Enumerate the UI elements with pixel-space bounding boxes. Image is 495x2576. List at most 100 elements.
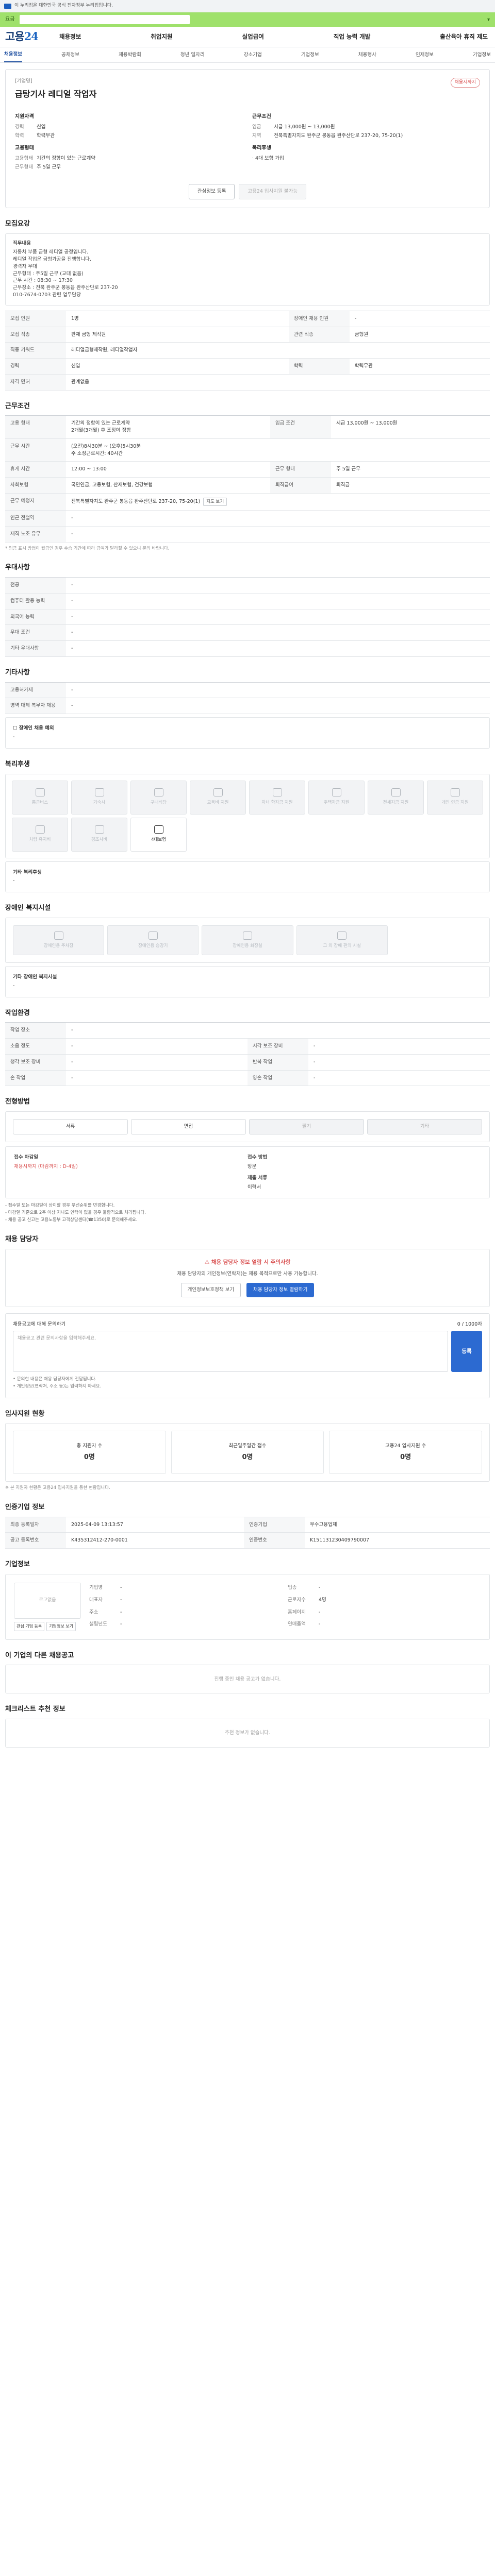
warning-icon: ⚠ xyxy=(204,1259,211,1265)
scrap-button[interactable]: 관심정보 등록 xyxy=(188,184,235,199)
section-title: 복리후생 xyxy=(5,760,30,768)
recruit-table: 모집 인원 1명 장애인 채용 인원 - 모집 직종 판재 금형 제작원 관련 직종 금형원… xyxy=(5,310,490,391)
env-table: 작업 장소 - 소음 정도 - 시각 보조 장비 - 청각 보조 장비 - 반복 작업 - 손… xyxy=(5,1022,490,1087)
scholarship-icon xyxy=(272,788,282,797)
deadline-box: 접수 마감일 채용시까지 (마감까지 : D-4일) 접수 방법 방문 제출 서류 이력… xyxy=(5,1146,490,1199)
applicant-stats: 총 지원자 수 0명 최근일주일간 접수 0명 고용24 입사지원 수 0명 xyxy=(5,1423,490,1482)
subnav-item[interactable]: 청년 일자리 xyxy=(180,52,205,59)
welfare-tile: 통근버스 xyxy=(12,780,68,815)
selection-methods: 서류 면접 필기 기타 xyxy=(5,1111,490,1143)
selection-notes: - 접수일 또는 마감일이 상이할 경우 우선순위를 변경합니다. - 마감일 기… xyxy=(5,1203,146,1223)
welfare-other: 기타 복리후생 - xyxy=(5,861,490,893)
disability-tile: 장애인용 화장실 xyxy=(202,925,293,955)
sub-nav: 채용정보 공채정보 채용박람회 청년 일자리 강소기업 기업정보 채용행사 인재… xyxy=(0,47,495,63)
stat-week: 최근일주일간 접수 0명 xyxy=(171,1431,324,1475)
subnav-item[interactable]: 기업정보 xyxy=(301,52,319,59)
subnav-item[interactable]: 인재정보 xyxy=(416,52,434,59)
gnb-item[interactable]: 직업 능력 개발 xyxy=(334,32,371,41)
other-table: 고용허가제 - 병역 대체 복무자 채용 - xyxy=(5,682,490,715)
recommended-empty: 추천 정보가 없습니다. xyxy=(5,1719,490,1748)
contact-notice: ⚠ 채용 담당자 정보 열람 시 주의사항 채용 담당자의 개인정보(연락처)는… xyxy=(5,1248,490,1307)
section-title: 전형방법 xyxy=(5,1098,30,1106)
bus-icon xyxy=(35,788,45,797)
section-title: 장애인 복지시설 xyxy=(5,904,51,912)
job-title: 급탕기사 레디얼 작업자 xyxy=(15,89,97,99)
welfare-tile: 4대보험 xyxy=(130,817,187,852)
work-table: 고용 형태 기간의 정함이 있는 근로계약 2개월(3개월) 후 조정여 정함 임금… xyxy=(5,415,490,543)
stat-online: 고용24 입사지원 수 0명 xyxy=(329,1431,483,1475)
job-description: 직무내용 자동차 부품 금형 레디얼 공정입니다. 레디얼 작업은 금형가공을 진… xyxy=(5,233,490,306)
selection-document: 서류 xyxy=(13,1119,128,1135)
corp-info: 로고없음 관심 기업 등록 기업정보 보기 기업명 - 업종 - 대표자 - 근로자수 4… xyxy=(5,1574,490,1640)
subnav-item[interactable]: 강소기업 xyxy=(244,52,262,59)
other-jobs-empty: 진행 중인 채용 공고가 없습니다. xyxy=(5,1665,490,1694)
elevator-icon xyxy=(148,931,158,940)
apply-button[interactable]: 고용24 입사지원 불가능 xyxy=(239,184,307,199)
disability-tile: 장애인용 주차장 xyxy=(13,925,105,955)
welfare-tile: 구내식당 xyxy=(130,780,187,815)
welfare-tile: 기숙사 xyxy=(71,780,127,815)
view-contact-button[interactable]: 채용 담당자 정보 열람하기 xyxy=(246,1282,315,1297)
welfare-tile: 경조사비 xyxy=(71,817,127,852)
promo-bar: 요금 ▾ xyxy=(0,12,495,27)
company-detail-button[interactable]: 기업정보 보기 xyxy=(46,1622,76,1631)
welfare-tile: 자녀 학자금 지원 xyxy=(249,780,305,815)
housing-icon xyxy=(332,788,341,797)
gov-banner: 이 누리집은 대한민국 공식 전자정부 누리집입니다. xyxy=(0,0,495,12)
section-title: 작업환경 xyxy=(5,1009,30,1017)
summary-heading: 근무조건 xyxy=(252,113,271,120)
selection-other: 기타 xyxy=(367,1119,482,1135)
section-title: 우대사항 xyxy=(5,564,30,572)
section-title: 기업정보 xyxy=(5,1561,30,1569)
site-logo[interactable]: 고용24 xyxy=(5,29,59,44)
gnb-item[interactable]: 출산육아 휴직 제도 xyxy=(440,32,488,41)
parking-icon xyxy=(54,931,63,940)
privacy-button[interactable]: 개인정보보호정책 보기 xyxy=(180,1282,241,1297)
section-title: 입사지원 현황 xyxy=(5,1410,45,1418)
insurance-icon xyxy=(154,825,163,834)
follow-company-button[interactable]: 관심 기업 등록 xyxy=(14,1622,45,1631)
warning-text: ⚠ 채용 담당자 정보 열람 시 주의사항 xyxy=(204,1259,291,1265)
welfare-tile: 전세자금 지원 xyxy=(368,780,424,815)
map-button[interactable]: 지도 보기 xyxy=(203,498,227,506)
subnav-item[interactable]: 채용정보 xyxy=(4,47,22,63)
section-title: 기타사항 xyxy=(5,668,30,676)
cert-table: 최종 등록일자 2025-04-09 13:13:57 인증기업 우수고용업체 공고 … xyxy=(5,1516,490,1549)
char-counter: 0 / 1000자 xyxy=(457,1321,482,1327)
qa-textarea[interactable]: 채용공고 관련 문의사항을 입력해주세요. xyxy=(13,1331,448,1372)
subnav-item[interactable]: 기업정보 xyxy=(473,52,491,59)
job-summary-card: [기업명] 급탕기사 레디얼 작업자 채용시까지 지원자격 경력 신입 학력 학력무… xyxy=(5,69,490,208)
section-title: 채용 담당자 xyxy=(5,1235,39,1244)
car-icon xyxy=(35,825,45,834)
gnb-item[interactable]: 취업지원 xyxy=(151,32,172,41)
summary-heading: 지원자격 xyxy=(15,113,34,120)
section-title: 체크리스트 추천 정보 xyxy=(5,1705,65,1714)
summary-heading: 복리후생 xyxy=(252,145,271,151)
welfare-tile: 주택자금 지원 xyxy=(308,780,365,815)
gnb-item[interactable]: 실업급여 xyxy=(242,32,264,41)
selection-written: 필기 xyxy=(249,1119,364,1135)
site-header: 고용24 채용정보 취업지원 실업급여 직업 능력 개발 출산육아 휴직 제도 xyxy=(0,27,495,47)
welfare-grid: 통근버스 기숙사 구내식당 교육비 지원 자녀 학자금 지원 주택자금 지원 전… xyxy=(5,773,490,858)
company-logo: 로고없음 xyxy=(14,1583,81,1619)
disability-tile: 그 외 장애 편의 시설 xyxy=(296,925,388,955)
section-title: 근무조건 xyxy=(5,402,30,410)
restroom-icon xyxy=(242,931,252,940)
subnav-item[interactable]: 채용행사 xyxy=(358,52,376,59)
prefer-table: 전공 - 컴퓨터 활용 능력 - 외국어 능력 - 우대 조건 - 기타 우대사항 - xyxy=(5,577,490,657)
work-note: * 임금 표시 방법이 월급인 경우 수습 기간에 따라 급여가 달라질 수 있… xyxy=(5,546,170,551)
subnav-item[interactable]: 채용박람회 xyxy=(119,52,141,59)
disability-tile: 장애인용 승강기 xyxy=(107,925,199,955)
education-icon xyxy=(213,788,223,797)
company-name[interactable]: [기업명] xyxy=(15,78,96,85)
disability-other: 기타 장애인 복지시설 - xyxy=(5,965,490,997)
qa-submit-button[interactable]: 등록 xyxy=(451,1331,482,1372)
subnav-item[interactable]: 공채정보 xyxy=(61,52,79,59)
welfare-tile: 차량 유지비 xyxy=(12,817,68,852)
deadline-badge: 채용시까지 xyxy=(450,78,480,88)
chevron-down-icon[interactable]: ▾ xyxy=(487,16,490,24)
gnb-item[interactable]: 채용정보 xyxy=(59,32,81,41)
promo-label: 요금 xyxy=(5,16,15,22)
gov-banner-text: 이 누리집은 대한민국 공식 전자정부 누리집입니다. xyxy=(14,3,113,8)
promo-input[interactable] xyxy=(20,15,190,24)
